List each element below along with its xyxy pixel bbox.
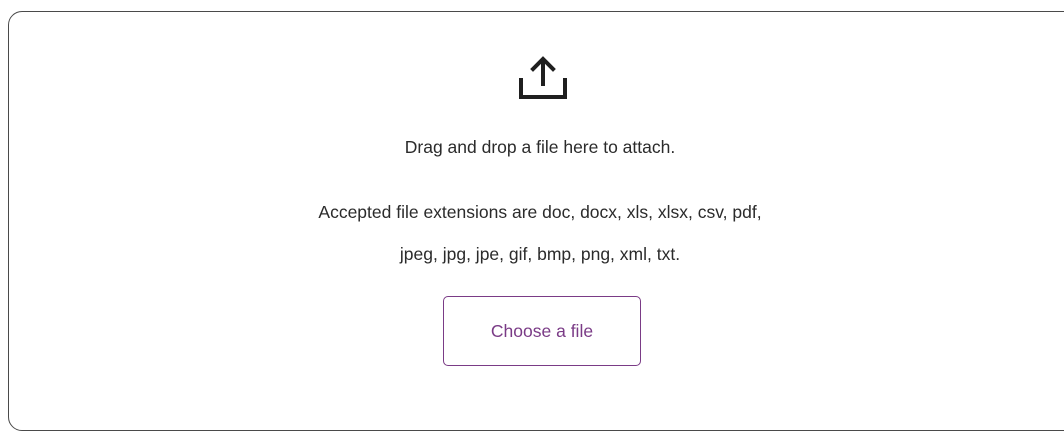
- accepted-extensions-line-1: Accepted file extensions are doc, docx, …: [318, 202, 762, 222]
- drop-instruction: Drag and drop a file here to attach.: [404, 137, 676, 157]
- drop-zone-content: Drag and drop a file here to attach. Acc…: [0, 0, 1064, 394]
- upload-icon: [517, 54, 569, 104]
- choose-file-button[interactable]: Choose a file: [443, 296, 641, 366]
- accepted-extensions-line-2: jpeg, jpg, jpe, gif, bmp, png, xml, txt.: [399, 244, 681, 264]
